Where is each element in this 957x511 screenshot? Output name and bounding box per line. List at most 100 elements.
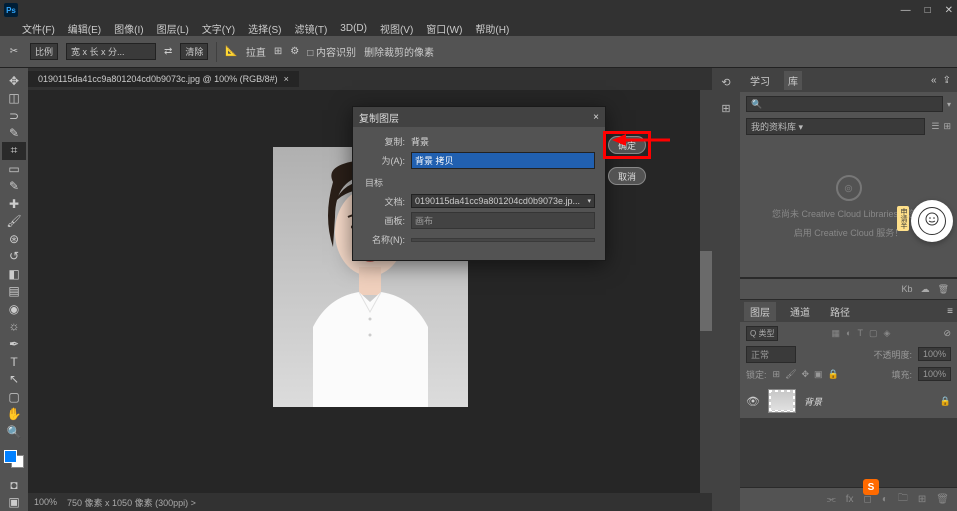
swap-icon[interactable]: ⇄ xyxy=(164,46,172,57)
lock-image-icon[interactable]: 🖌 xyxy=(785,369,796,380)
menu-select[interactable]: 选择(S) xyxy=(248,21,281,36)
paths-tab[interactable]: 路径 xyxy=(824,302,856,321)
share-icon[interactable]: ⇪ xyxy=(943,75,951,86)
channels-tab[interactable]: 通道 xyxy=(784,302,816,321)
menu-type[interactable]: 文字(Y) xyxy=(202,21,235,36)
crop-tool-icon[interactable]: ✂ xyxy=(6,44,22,60)
menu-help[interactable]: 帮助(H) xyxy=(475,21,509,36)
gradient-tool-icon[interactable]: ▤ xyxy=(2,283,26,301)
dodge-tool-icon[interactable]: ☼ xyxy=(2,318,26,336)
eraser-tool-icon[interactable]: ◧ xyxy=(2,265,26,283)
screen-mode-icon[interactable]: ▣ xyxy=(2,494,26,511)
document-dropdown[interactable]: 0190115da41cc9a801204cd0b9073e.jp...▾ xyxy=(411,194,595,208)
dialog-close-icon[interactable]: × xyxy=(593,112,599,123)
filter-type-icon[interactable]: T xyxy=(857,328,863,339)
panel-collapse-icon[interactable]: « xyxy=(931,75,937,86)
menu-3d[interactable]: 3D(D) xyxy=(340,23,367,34)
lock-artboard-icon[interactable]: ▣ xyxy=(814,369,823,380)
layer-style-icon[interactable]: fx xyxy=(846,494,854,505)
quick-mask-icon[interactable]: ◘ xyxy=(2,476,26,494)
document-tab[interactable]: 0190115da41cc9a801204cd0b9073c.jpg @ 100… xyxy=(28,71,299,87)
menu-file[interactable]: 文件(F) xyxy=(22,21,55,36)
new-layer-icon[interactable]: ⊞ xyxy=(918,494,926,505)
libraries-tab[interactable]: 库 xyxy=(784,71,802,90)
zoom-level[interactable]: 100% xyxy=(34,497,57,507)
history-panel-icon[interactable]: ⟲ xyxy=(716,72,736,92)
lock-transparent-icon[interactable]: ⊞ xyxy=(773,369,781,380)
pen-tool-icon[interactable]: ✒ xyxy=(2,335,26,353)
visibility-icon[interactable]: 👁 xyxy=(746,395,760,408)
history-brush-tool-icon[interactable]: ↺ xyxy=(2,247,26,265)
filter-shape-icon[interactable]: ▢ xyxy=(869,328,878,339)
maximize-button[interactable]: □ xyxy=(925,5,931,16)
layer-thumbnail[interactable] xyxy=(768,389,796,413)
group-icon[interactable]: 🗀 xyxy=(898,491,908,508)
straighten-icon[interactable]: 📐 xyxy=(225,46,237,57)
library-dropdown[interactable]: 我的资料库 ▾ xyxy=(746,118,925,135)
shape-tool-icon[interactable]: ▢ xyxy=(2,388,26,406)
grid-view-icon[interactable]: ⊞ xyxy=(943,121,951,132)
frame-tool-icon[interactable]: ▭ xyxy=(2,160,26,178)
healing-tool-icon[interactable]: ✚ xyxy=(2,195,26,213)
lasso-tool-icon[interactable]: ⊃ xyxy=(2,107,26,125)
layer-name[interactable]: 背景 xyxy=(804,395,822,408)
layers-tab[interactable]: 图层 xyxy=(744,302,776,321)
hand-tool-icon[interactable]: ✋ xyxy=(2,405,26,423)
minimize-button[interactable]: — xyxy=(901,5,911,16)
layer-filter-dropdown[interactable]: Q 类型 xyxy=(746,326,778,341)
sogou-ime-icon[interactable]: S xyxy=(863,479,879,495)
path-select-tool-icon[interactable]: ↖ xyxy=(2,370,26,388)
adjustment-layer-icon[interactable]: ◐ xyxy=(882,494,888,505)
type-tool-icon[interactable]: T xyxy=(2,353,26,371)
filter-toggle-icon[interactable]: ⊘ xyxy=(943,328,951,339)
crop-tool-icon[interactable]: ⌗ xyxy=(2,142,26,160)
cancel-button[interactable]: 取消 xyxy=(608,167,646,185)
filter-smart-icon[interactable]: ◈ xyxy=(883,328,890,339)
menu-layer[interactable]: 图层(L) xyxy=(157,21,189,36)
lock-all-icon[interactable]: 🔒 xyxy=(828,369,839,380)
grid-icon[interactable]: ⊞ xyxy=(274,46,282,57)
layer-lock-icon[interactable]: 🔒 xyxy=(940,396,951,407)
fill-input[interactable]: 100% xyxy=(918,367,951,381)
move-tool-icon[interactable]: ✥ xyxy=(2,72,26,90)
lock-position-icon[interactable]: ✥ xyxy=(802,369,810,380)
as-input[interactable]: 背景 拷贝 xyxy=(411,152,595,169)
vertical-scrollbar[interactable] xyxy=(700,90,712,493)
cloud-icon[interactable]: ☁ xyxy=(921,284,930,295)
menu-view[interactable]: 视图(V) xyxy=(380,21,413,36)
window-close-button[interactable]: ✕ xyxy=(945,5,953,16)
menu-window[interactable]: 窗口(W) xyxy=(426,21,462,36)
trash-icon[interactable]: 🗑 xyxy=(938,284,949,295)
layer-mask-icon[interactable]: ◻ xyxy=(864,494,872,505)
search-dropdown-icon[interactable]: ▾ xyxy=(947,100,951,109)
zoom-tool-icon[interactable]: 🔍 xyxy=(2,423,26,441)
filter-adjust-icon[interactable]: ◐ xyxy=(846,328,851,339)
blend-mode-dropdown[interactable]: 正常 xyxy=(746,346,796,363)
learn-tab[interactable]: 学习 xyxy=(746,71,774,90)
libraries-search-input[interactable] xyxy=(746,96,943,112)
eyedropper-tool-icon[interactable]: ✎ xyxy=(2,177,26,195)
menu-edit[interactable]: 编辑(E) xyxy=(68,21,101,36)
filter-pixel-icon[interactable]: ▦ xyxy=(832,328,841,339)
dimensions-input[interactable]: 宽 x 长 x 分... xyxy=(66,43,156,60)
content-aware-checkbox[interactable]: □ 内容识别 xyxy=(307,44,356,59)
blur-tool-icon[interactable]: ◉ xyxy=(2,300,26,318)
opacity-input[interactable]: 100% xyxy=(918,347,951,361)
layer-item[interactable]: 👁 背景 🔒 xyxy=(740,384,957,418)
panel-menu-icon[interactable]: ≡ xyxy=(947,306,953,317)
link-layers-icon[interactable]: ⫘ xyxy=(827,494,836,505)
menu-filter[interactable]: 滤镜(T) xyxy=(295,21,328,36)
brush-tool-icon[interactable]: 🖌 xyxy=(2,212,26,230)
dialog-titlebar[interactable]: 复制图层 × xyxy=(353,107,605,127)
menu-image[interactable]: 图像(I) xyxy=(114,21,143,36)
document-tab-close-icon[interactable]: × xyxy=(284,74,289,84)
delete-layer-icon[interactable]: 🗑 xyxy=(936,494,949,505)
color-swatch[interactable] xyxy=(4,450,24,468)
list-view-icon[interactable]: ☰ xyxy=(931,121,939,132)
clear-button[interactable]: 清除 xyxy=(180,43,208,60)
quick-select-tool-icon[interactable]: ✎ xyxy=(2,125,26,143)
settings-icon[interactable]: ⚙ xyxy=(290,46,299,57)
ratio-dropdown[interactable]: 比例 xyxy=(30,43,58,60)
properties-panel-icon[interactable]: ⊞ xyxy=(716,98,736,118)
stamp-tool-icon[interactable]: ⊛ xyxy=(2,230,26,248)
